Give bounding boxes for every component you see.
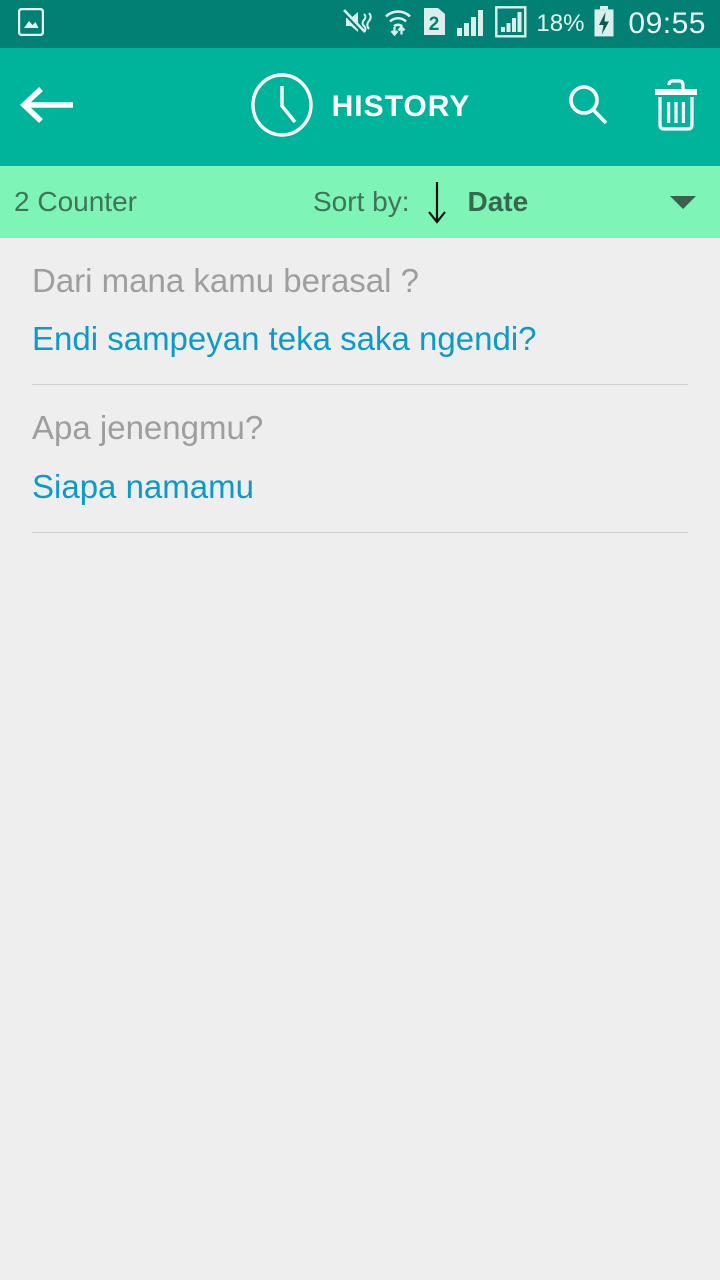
status-bar: 2 18% 09:55 — [0, 0, 720, 48]
arrow-left-icon — [19, 84, 76, 131]
list-item-content: Apa jenengmu? Siapa namamu — [32, 407, 688, 507]
battery-charging-icon — [593, 5, 615, 43]
history-answer: Endi sampeyan teka saka ngendi? — [32, 320, 537, 358]
sort-by-label: Sort by: — [313, 186, 410, 217]
history-answer: Siapa namamu — [32, 467, 254, 505]
trash-icon — [652, 78, 700, 137]
sort-dropdown-button[interactable] — [662, 166, 704, 238]
list-item-content: Dari mana kamu berasal ? Endi sampeyan t… — [32, 260, 688, 360]
history-question: Dari mana kamu berasal ? — [32, 262, 420, 299]
status-bar-left — [17, 7, 45, 41]
sort-value-label: Date — [467, 186, 529, 217]
sort-bar: 2 Counter Sort by: Date — [0, 166, 720, 238]
signal-bars-icon — [456, 7, 486, 42]
app-bar: HISTORY — [0, 48, 720, 166]
list-item[interactable]: Apa jenengmu? Siapa namamu — [0, 385, 720, 533]
battery-percent-label: 18% — [536, 10, 585, 37]
signal-boxed-icon — [495, 5, 527, 43]
back-button[interactable] — [0, 48, 96, 166]
page-title: HISTORY — [331, 90, 471, 123]
history-question: Apa jenengmu? — [32, 409, 264, 447]
app-bar-actions — [544, 48, 720, 166]
list-item[interactable]: Dari mana kamu berasal ? Endi sampeyan t… — [0, 238, 720, 386]
sim2-icon: 2 — [422, 6, 447, 42]
search-button[interactable] — [544, 48, 632, 166]
search-icon — [564, 81, 612, 134]
wifi-icon — [383, 7, 413, 42]
chevron-down-icon — [670, 195, 696, 209]
photo-icon — [17, 7, 45, 41]
status-bar-right: 2 18% 09:55 — [340, 5, 706, 43]
arrow-down-icon[interactable] — [425, 180, 449, 224]
delete-button[interactable] — [632, 48, 720, 166]
counter-label: 2 Counter — [14, 186, 137, 217]
svg-text:2: 2 — [429, 14, 440, 35]
mute-vibrate-icon — [340, 7, 374, 42]
list-divider — [32, 531, 688, 533]
history-list: Dari mana kamu berasal ? Endi sampeyan t… — [0, 238, 720, 533]
status-bar-clock: 09:55 — [628, 7, 706, 40]
sort-control[interactable]: Sort by: Date — [313, 180, 528, 224]
clock-icon — [250, 72, 314, 142]
